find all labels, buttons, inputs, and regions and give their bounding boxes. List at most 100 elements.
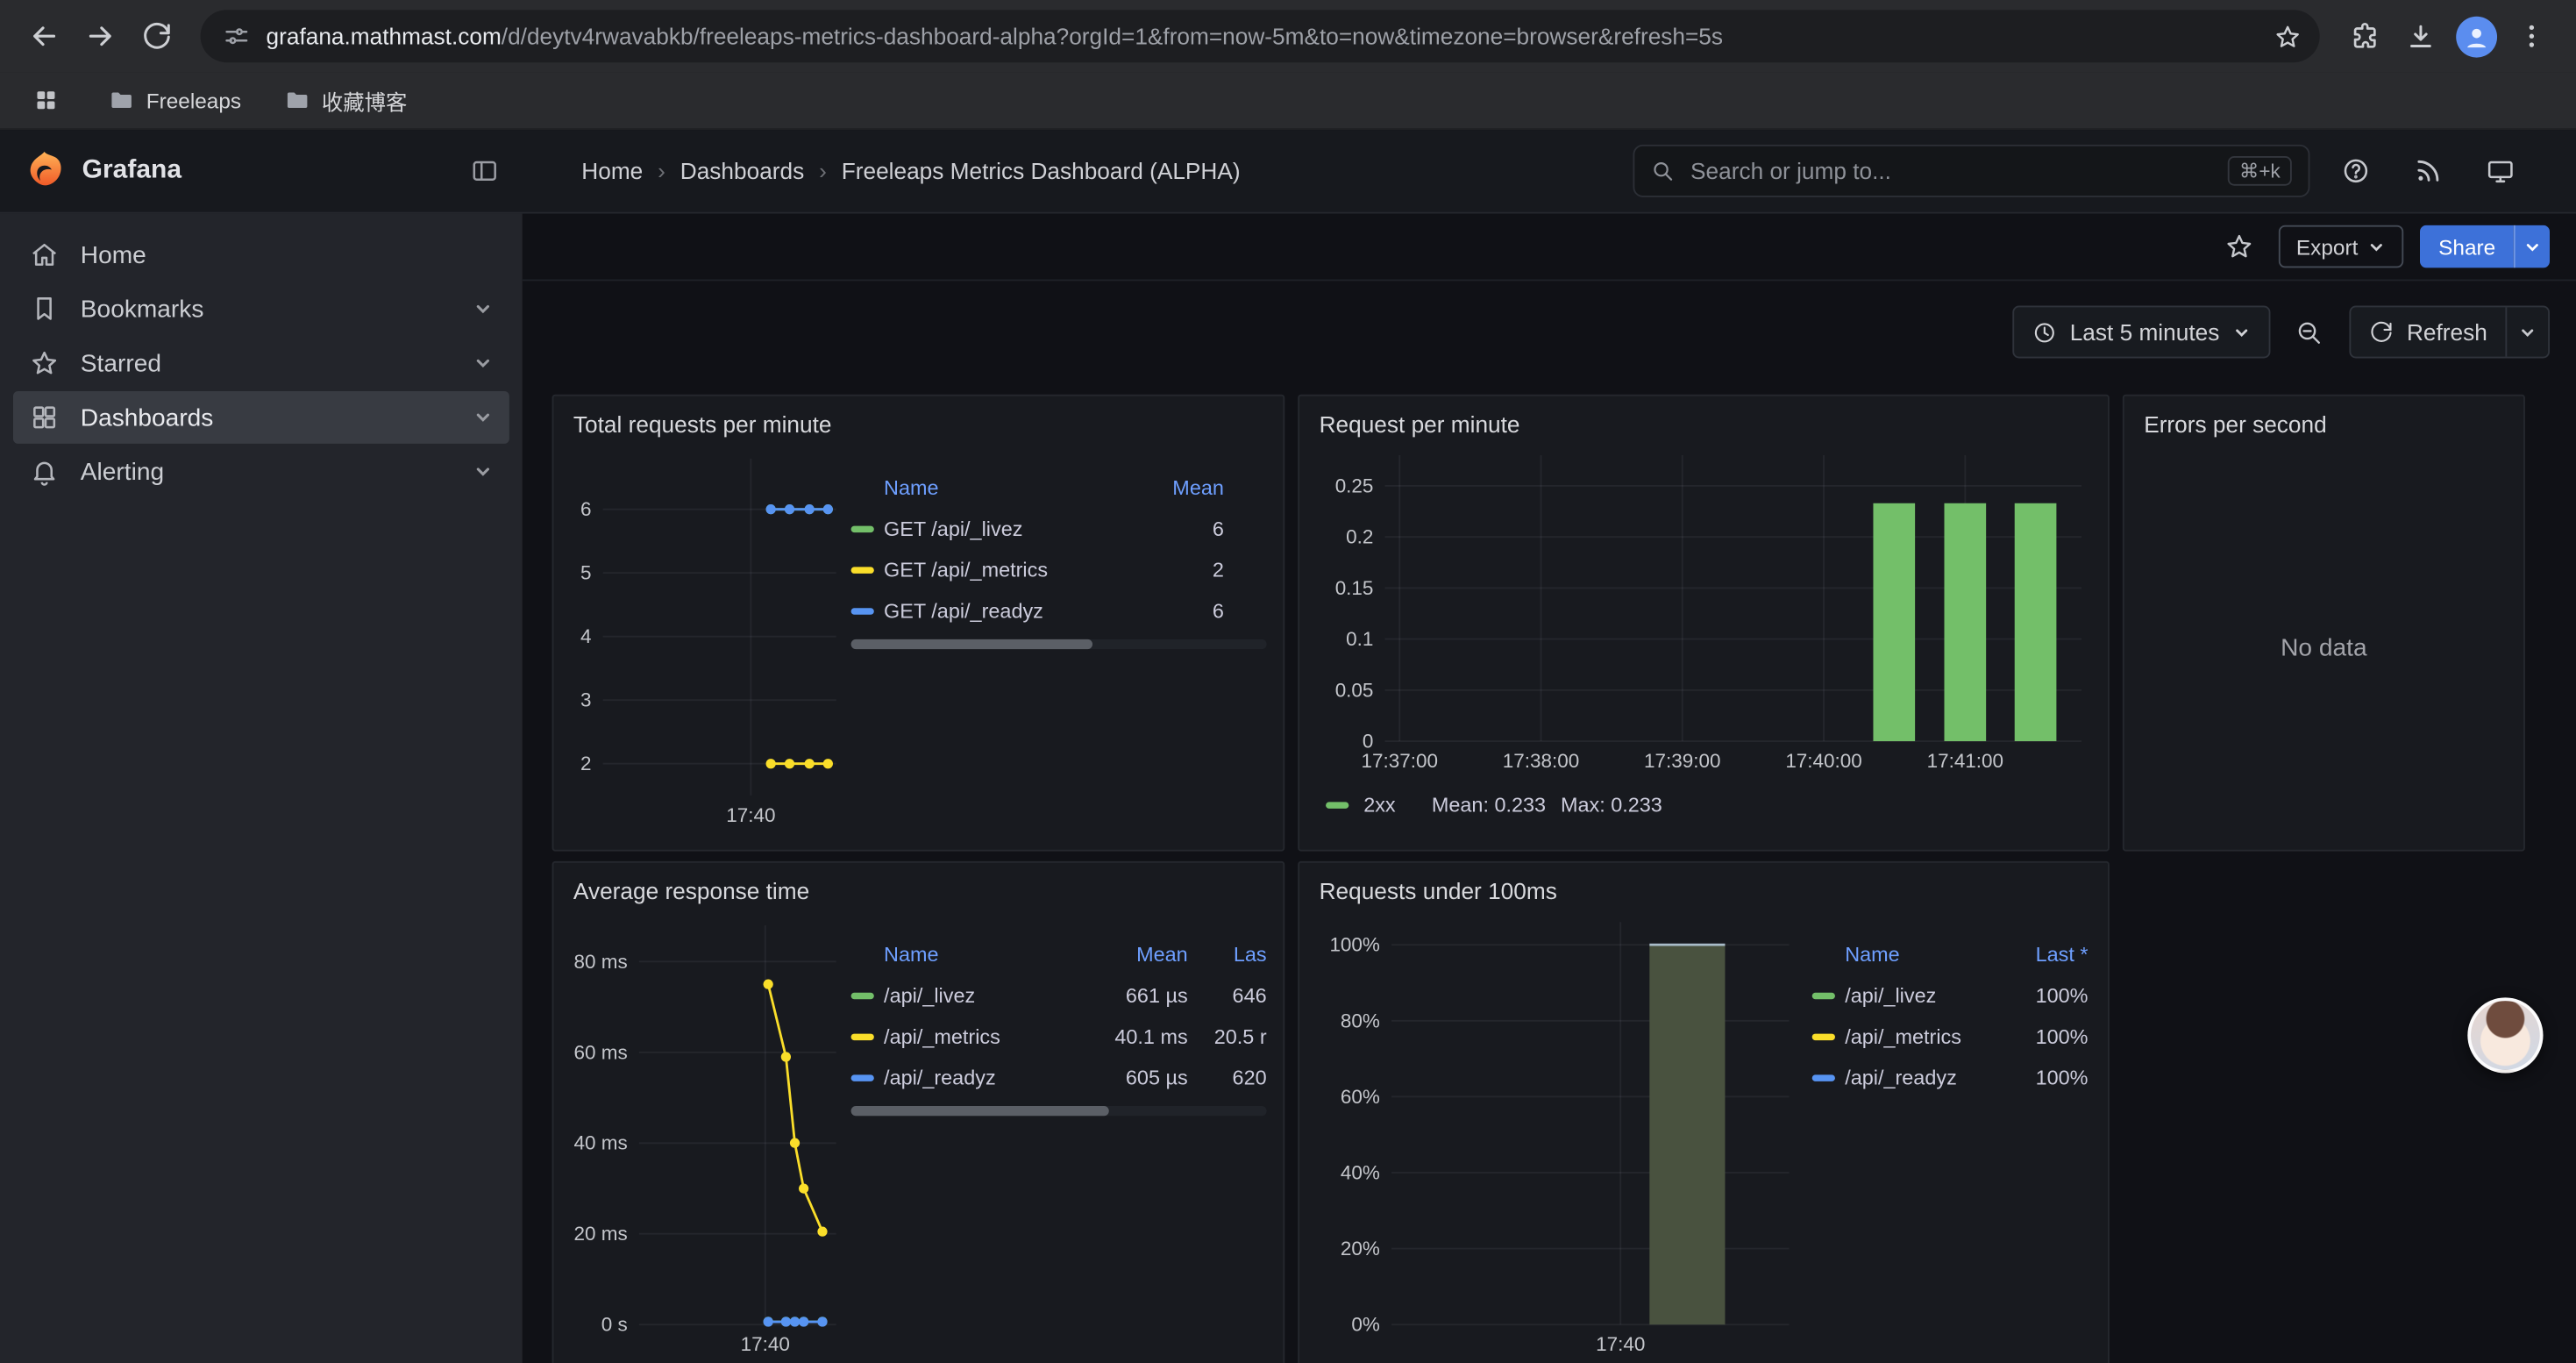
sidebar-item-label: Bookmarks (81, 295, 204, 323)
zoom-out-button[interactable] (2283, 306, 2336, 359)
chevron-down-icon (2232, 323, 2251, 341)
legend-scrollbar[interactable] (851, 1106, 1267, 1116)
refresh-button[interactable]: Refresh (2351, 307, 2505, 356)
legend-row[interactable]: /api/_livez 661 µs 646 (851, 974, 1267, 1016)
help-icon (2341, 156, 2371, 186)
series-last: 646 (1198, 983, 1267, 1006)
grafana-logo (23, 150, 66, 193)
time-range-picker[interactable]: Last 5 minutes (2012, 306, 2270, 359)
news-button[interactable] (2405, 148, 2451, 194)
svg-text:3: 3 (580, 689, 592, 711)
panel-title[interactable]: Requests under 100ms (1299, 863, 2108, 904)
legend-col-name[interactable]: Name (851, 944, 1079, 967)
favorite-dashboard-button[interactable] (2216, 224, 2261, 269)
legend-row[interactable]: /api/_readyz 100% (1812, 1057, 2089, 1098)
svg-text:0: 0 (1363, 731, 1373, 753)
breadcrumb-dashboards[interactable]: Dashboards (680, 158, 804, 184)
legend-col-name[interactable]: Name (1812, 944, 1963, 967)
browser-menu-button[interactable] (2504, 8, 2560, 64)
assistant-avatar-widget[interactable] (2467, 997, 2543, 1073)
legend-row[interactable]: GET /api/_livez 6 (851, 508, 1267, 549)
legend-col-name[interactable]: Name (851, 476, 1113, 499)
breadcrumb-current-dashboard[interactable]: Freeleaps Metrics Dashboard (ALPHA) (842, 158, 1241, 184)
export-button[interactable]: Export (2278, 225, 2403, 268)
sidebar-item-dashboards[interactable]: Dashboards (13, 391, 509, 444)
series-swatch (851, 1033, 874, 1039)
legend-row[interactable]: GET /api/_readyz 6 (851, 590, 1267, 632)
search-input[interactable] (1687, 156, 2214, 186)
share-split-button: Share (2421, 225, 2550, 268)
dock-menu-button[interactable] (470, 156, 500, 186)
extensions-button[interactable] (2336, 8, 2392, 64)
legend-col-last[interactable]: Last * (1973, 944, 2088, 967)
series-swatch (1812, 1074, 1835, 1080)
breadcrumb-home[interactable]: Home (581, 158, 643, 184)
forward-button[interactable] (72, 8, 128, 64)
downloads-button[interactable] (2392, 8, 2448, 64)
series-mean: 661 µs (1089, 983, 1187, 1006)
bookmark-page-button[interactable] (2264, 13, 2309, 59)
legend-col-mean[interactable]: Mean (1089, 944, 1187, 967)
legend-header: Name Last * (1812, 935, 2089, 974)
series-last: 100% (1973, 1066, 2088, 1088)
sidebar-item-home[interactable]: Home (13, 228, 509, 281)
legend-row[interactable]: GET /api/_metrics 2 (851, 549, 1267, 590)
no-data-message: No data (2124, 446, 2523, 850)
help-button[interactable] (2333, 148, 2379, 194)
site-settings-icon (224, 23, 250, 49)
sidebar-item-alerting[interactable]: Alerting (13, 446, 509, 498)
grafana-header: Grafana Home › Dashboards › Freeleaps Me… (0, 130, 2576, 214)
sidebar-item-bookmarks[interactable]: Bookmarks (13, 282, 509, 335)
kiosk-mode-button[interactable] (2478, 148, 2523, 194)
export-label: Export (2296, 234, 2358, 259)
monitor-icon (2486, 156, 2516, 186)
address-bar[interactable]: grafana.mathmast.com/d/deytv4rwavabkb/fr… (201, 10, 2320, 62)
series-name: /api/_livez (884, 983, 1079, 1006)
panel-title[interactable]: Average response time (553, 863, 1283, 904)
legend-col-last[interactable]: Las (1198, 944, 1267, 967)
legend-row[interactable]: /api/_readyz 605 µs 620 (851, 1057, 1267, 1098)
bookmark-folder-blogs[interactable]: 收藏博客 (271, 80, 421, 121)
panel-title[interactable]: Request per minute (1299, 396, 2108, 438)
refresh-interval-button[interactable] (2505, 307, 2548, 356)
chevron-down-icon[interactable] (473, 353, 493, 373)
chevron-down-icon[interactable] (473, 462, 493, 482)
svg-text:17:40:00: 17:40:00 (1785, 750, 1861, 772)
total-requests-chart: 6543217:40 (566, 459, 846, 831)
svg-text:20%: 20% (1341, 1238, 1380, 1260)
svg-text:5: 5 (580, 562, 592, 584)
series-mean: 40.1 ms (1089, 1024, 1187, 1047)
legend-scrollbar-thumb[interactable] (851, 639, 1092, 649)
svg-text:40%: 40% (1341, 1161, 1380, 1183)
browser-profile-button[interactable] (2448, 8, 2504, 64)
reload-icon (140, 20, 172, 52)
star-outline-icon (2224, 232, 2253, 261)
chevron-down-icon[interactable] (473, 299, 493, 318)
legend-col-mean[interactable]: Mean (1122, 476, 1267, 499)
panel-total-requests-per-minute: Total requests per minute 6543217:40 Nam… (552, 395, 1285, 852)
panel-title[interactable]: Errors per second (2124, 396, 2523, 438)
url-text: grafana.mathmast.com/d/deytv4rwavabkb/fr… (267, 23, 2248, 49)
share-button[interactable]: Share (2421, 225, 2514, 268)
series-last: 100% (1973, 983, 2088, 1006)
sidebar-item-starred[interactable]: Starred (13, 337, 509, 389)
chevron-down-icon[interactable] (473, 408, 493, 427)
sidebar-item-label: Alerting (81, 458, 164, 486)
share-menu-button[interactable] (2514, 225, 2550, 268)
legend-scrollbar-thumb[interactable] (851, 1106, 1109, 1116)
breadcrumb-separator: › (658, 158, 665, 184)
series-mean: 6 (1122, 517, 1267, 539)
legend-scrollbar[interactable] (851, 639, 1267, 649)
apps-grid-button[interactable] (23, 77, 68, 123)
bookmark-folder-freeleaps[interactable]: Freeleaps (96, 82, 254, 118)
reload-button[interactable] (128, 8, 184, 64)
legend-row[interactable]: /api/_metrics 40.1 ms 20.5 r (851, 1016, 1267, 1057)
search-bar[interactable]: ⌘+k (1633, 145, 2309, 197)
panel-title[interactable]: Total requests per minute (553, 396, 1283, 438)
legend-row[interactable]: 2xx Mean: 0.233 Max: 0.233 (1326, 794, 1662, 817)
legend-row[interactable]: /api/_metrics 100% (1812, 1016, 2089, 1057)
series-mean: 605 µs (1089, 1066, 1187, 1088)
back-button[interactable] (17, 8, 73, 64)
legend-row[interactable]: /api/_livez 100% (1812, 974, 2089, 1016)
bell-icon (30, 457, 60, 487)
